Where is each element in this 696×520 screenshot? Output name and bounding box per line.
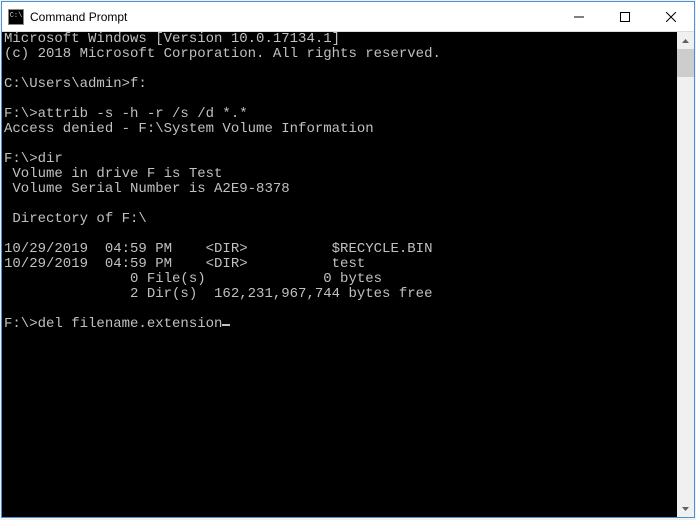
cursor: [222, 324, 230, 326]
console-line: [4, 302, 675, 317]
scroll-down-button[interactable]: [677, 500, 694, 517]
scrollbar: [677, 32, 694, 517]
minimize-button[interactable]: [556, 2, 602, 32]
console-line: Directory of F:\: [4, 212, 675, 227]
close-button[interactable]: [648, 2, 694, 32]
window-controls: [556, 2, 694, 31]
minimize-icon: [574, 12, 584, 22]
close-icon: [666, 12, 676, 22]
console-line: Volume in drive F is Test: [4, 167, 675, 182]
maximize-button[interactable]: [602, 2, 648, 32]
console-line: 2 Dir(s) 162,231,967,744 bytes free: [4, 287, 675, 302]
console-line: 10/29/2019 04:59 PM <DIR> test: [4, 257, 675, 272]
console-line: Access denied - F:\System Volume Informa…: [4, 122, 675, 137]
console-line: F:\>del filename.extension: [4, 317, 675, 332]
scrollbar-thumb[interactable]: [677, 49, 694, 77]
console-line: 10/29/2019 04:59 PM <DIR> $RECYCLE.BIN: [4, 242, 675, 257]
console-line: [4, 62, 675, 77]
command-prompt-window: Command Prompt Microsoft Windows [Versio…: [1, 1, 695, 518]
scroll-up-button[interactable]: [677, 32, 694, 49]
console-line: (c) 2018 Microsoft Corporation. All righ…: [4, 47, 675, 62]
console-line: Volume Serial Number is A2E9-8378: [4, 182, 675, 197]
console-area: Microsoft Windows [Version 10.0.17134.1]…: [2, 32, 694, 517]
console-line: C:\Users\admin>f:: [4, 77, 675, 92]
scrollbar-track[interactable]: [677, 49, 694, 500]
chevron-up-icon: [682, 39, 689, 43]
maximize-icon: [620, 12, 630, 22]
app-icon: [8, 9, 24, 25]
console-output[interactable]: Microsoft Windows [Version 10.0.17134.1]…: [2, 32, 677, 517]
window-title: Command Prompt: [30, 10, 556, 24]
titlebar[interactable]: Command Prompt: [2, 2, 694, 32]
console-line: [4, 197, 675, 212]
console-line: F:\>attrib -s -h -r /s /d *.*: [4, 107, 675, 122]
console-line: 0 File(s) 0 bytes: [4, 272, 675, 287]
console-line: [4, 137, 675, 152]
console-line: [4, 92, 675, 107]
chevron-down-icon: [682, 507, 689, 511]
console-line: Microsoft Windows [Version 10.0.17134.1]: [4, 32, 675, 47]
console-line: F:\>dir: [4, 152, 675, 167]
console-line: [4, 227, 675, 242]
